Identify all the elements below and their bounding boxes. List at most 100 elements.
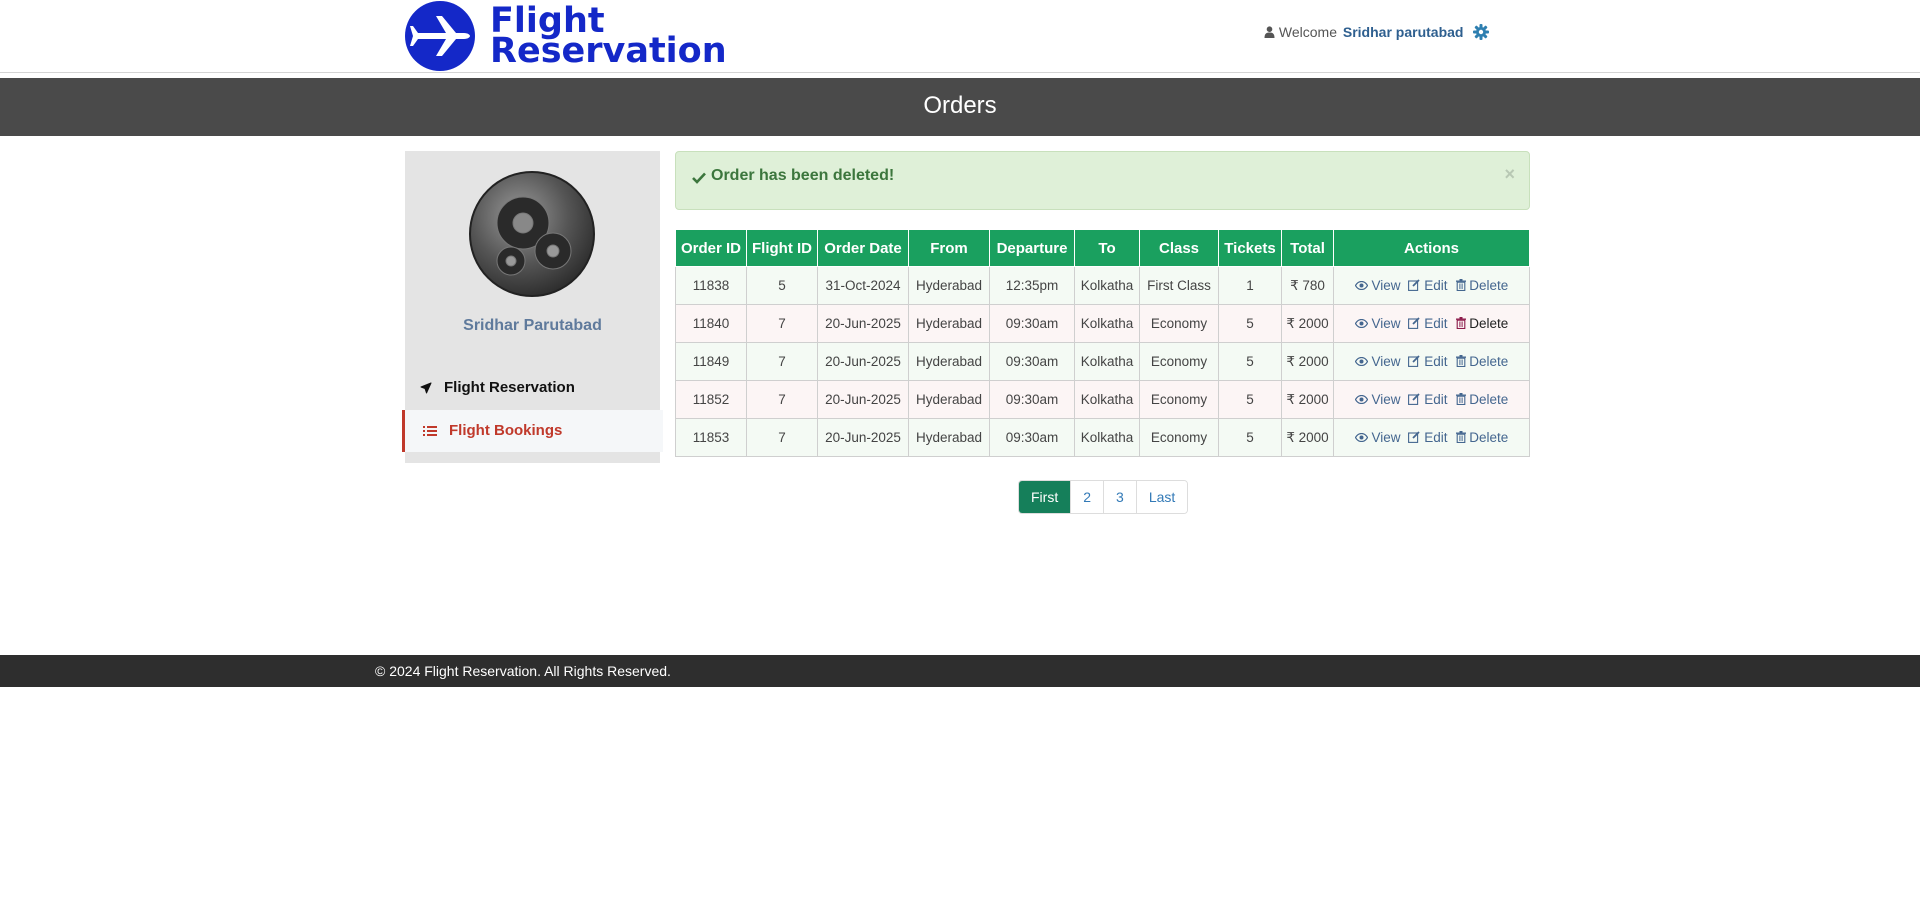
page-title: Orders [923,92,997,119]
eye-icon [1354,278,1368,293]
table-row: 11838 5 31-Oct-2024 Hyderabad 12:35pm Kolkath… [675,266,1530,305]
edit-button[interactable]: Edit [1408,392,1448,407]
user-name-link[interactable]: Sridhar parutabad [1343,24,1464,40]
cell-order-date: 20-Jun-2025 [817,342,909,381]
eye-icon [1354,430,1368,445]
eye-icon [1354,316,1368,331]
cell-tickets: 5 [1218,380,1282,419]
profile-name: Sridhar Parutabad [463,317,602,334]
site-logo[interactable]: Flight Reservation [405,0,727,72]
welcome-label: Welcome [1278,24,1337,40]
edit-button[interactable]: Edit [1408,316,1448,331]
edit-label: Edit [1424,354,1448,369]
check-icon [692,171,706,189]
cell-order-date: 20-Jun-2025 [817,380,909,419]
delete-button[interactable]: Delete [1455,316,1509,331]
delete-label: Delete [1469,354,1509,369]
view-button[interactable]: View [1354,354,1400,369]
cell-order-id: 11849 [675,342,747,381]
page-first-button[interactable]: First [1019,481,1071,513]
page-2-button[interactable]: 2 [1070,481,1104,513]
table-header-row: Order ID Flight ID Order Date From Depar… [675,230,1530,267]
edit-icon [1408,278,1421,293]
delete-button[interactable]: Delete [1455,354,1509,369]
view-label: View [1371,392,1401,407]
edit-icon [1408,316,1421,331]
cell-total: ₹ 2000 [1281,342,1334,381]
cell-tickets: 5 [1218,418,1282,457]
welcome-area: Welcome Sridhar parutabad [1264,24,1490,43]
cell-actions: View Edit Delete [1333,304,1530,343]
delete-label: Delete [1469,430,1509,445]
cell-total: ₹ 2000 [1281,418,1334,457]
edit-label: Edit [1424,316,1448,331]
cell-to: Kolkatha [1074,266,1140,305]
cell-from: Hyderabad [908,418,990,457]
table-row: 11853 7 20-Jun-2025 Hyderabad 09:30am Kolkath… [675,418,1530,457]
cell-total: ₹ 2000 [1281,380,1334,419]
column-header: Order ID [675,230,747,267]
cell-from: Hyderabad [908,380,990,419]
cell-departure: 09:30am [989,380,1075,419]
column-header: Order Date [817,230,909,267]
cell-departure: 09:30am [989,304,1075,343]
cell-flight-id: 7 [746,342,818,381]
cell-flight-id: 7 [746,304,818,343]
trash-icon [1455,278,1466,293]
column-header: Actions [1333,230,1530,267]
view-button[interactable]: View [1354,392,1401,407]
table-row: 11840 7 20-Jun-2025 Hyderabad 09:30am Kolkath… [675,304,1530,343]
cell-order-id: 11838 [675,266,747,305]
plane-icon [420,381,432,398]
delete-button[interactable]: Delete [1455,430,1509,445]
delete-button[interactable]: Delete [1455,392,1508,407]
orders-table: Order ID Flight ID Order Date From Depar… [675,230,1530,457]
pagination: First 2 3 Last [1018,480,1189,514]
cell-actions: View Edit Delete [1333,342,1530,381]
edit-button[interactable]: Edit [1408,278,1448,293]
page-3-button[interactable]: 3 [1103,481,1136,513]
trash-icon [1455,430,1466,445]
view-label: View [1371,430,1401,445]
close-icon[interactable]: × [1504,164,1515,185]
table-row: 11849 7 20-Jun-2025 Hyderabad 09:30am Kolkath… [675,342,1530,381]
delete-button[interactable]: Delete [1455,278,1508,293]
cell-order-date: 31-Oct-2024 [817,266,909,305]
top-header: Flight Reservation Welcome Sridhar parut… [0,0,1920,73]
cell-order-date: 20-Jun-2025 [817,304,909,343]
sidebar-item-label: Flight Bookings [449,422,563,439]
cell-class: Economy [1139,304,1219,343]
edit-button[interactable]: Edit [1408,430,1448,445]
sidebar-item-flight-reservation[interactable]: Flight Reservation [405,367,660,409]
sidebar-item-label: Flight Reservation [444,379,575,396]
cell-from: Hyderabad [908,266,990,305]
edit-label: Edit [1424,278,1448,293]
cell-tickets: 5 [1218,342,1282,381]
delete-label: Delete [1469,316,1509,331]
edit-button[interactable]: Edit [1408,354,1448,369]
cell-actions: View Edit Delete [1333,266,1530,305]
view-button[interactable]: View [1354,278,1400,293]
eye-icon [1354,354,1368,369]
cell-departure: 12:35pm [989,266,1075,305]
cell-total: ₹ 780 [1281,266,1334,305]
view-button[interactable]: View [1354,316,1400,331]
edit-icon [1408,430,1421,445]
cell-class: Economy [1139,380,1219,419]
cell-from: Hyderabad [908,342,990,381]
cell-actions: View Edit Delete [1333,418,1530,457]
column-header: To [1074,230,1140,267]
cell-to: Kolkatha [1074,342,1140,381]
edit-label: Edit [1424,430,1448,445]
gear-icon[interactable] [1473,24,1490,43]
sidebar-item-flight-bookings[interactable]: Flight Bookings [402,410,663,452]
page-title-bar: Orders [0,78,1920,136]
trash-icon [1455,392,1466,407]
cell-to: Kolkatha [1074,304,1140,343]
page-last-button[interactable]: Last [1135,481,1188,513]
alert-message: Order has been deleted! [711,167,895,184]
cell-order-date: 20-Jun-2025 [817,418,909,457]
view-button[interactable]: View [1354,430,1401,445]
avatar [469,171,595,297]
logo-text-line2: Reservation [490,31,727,71]
